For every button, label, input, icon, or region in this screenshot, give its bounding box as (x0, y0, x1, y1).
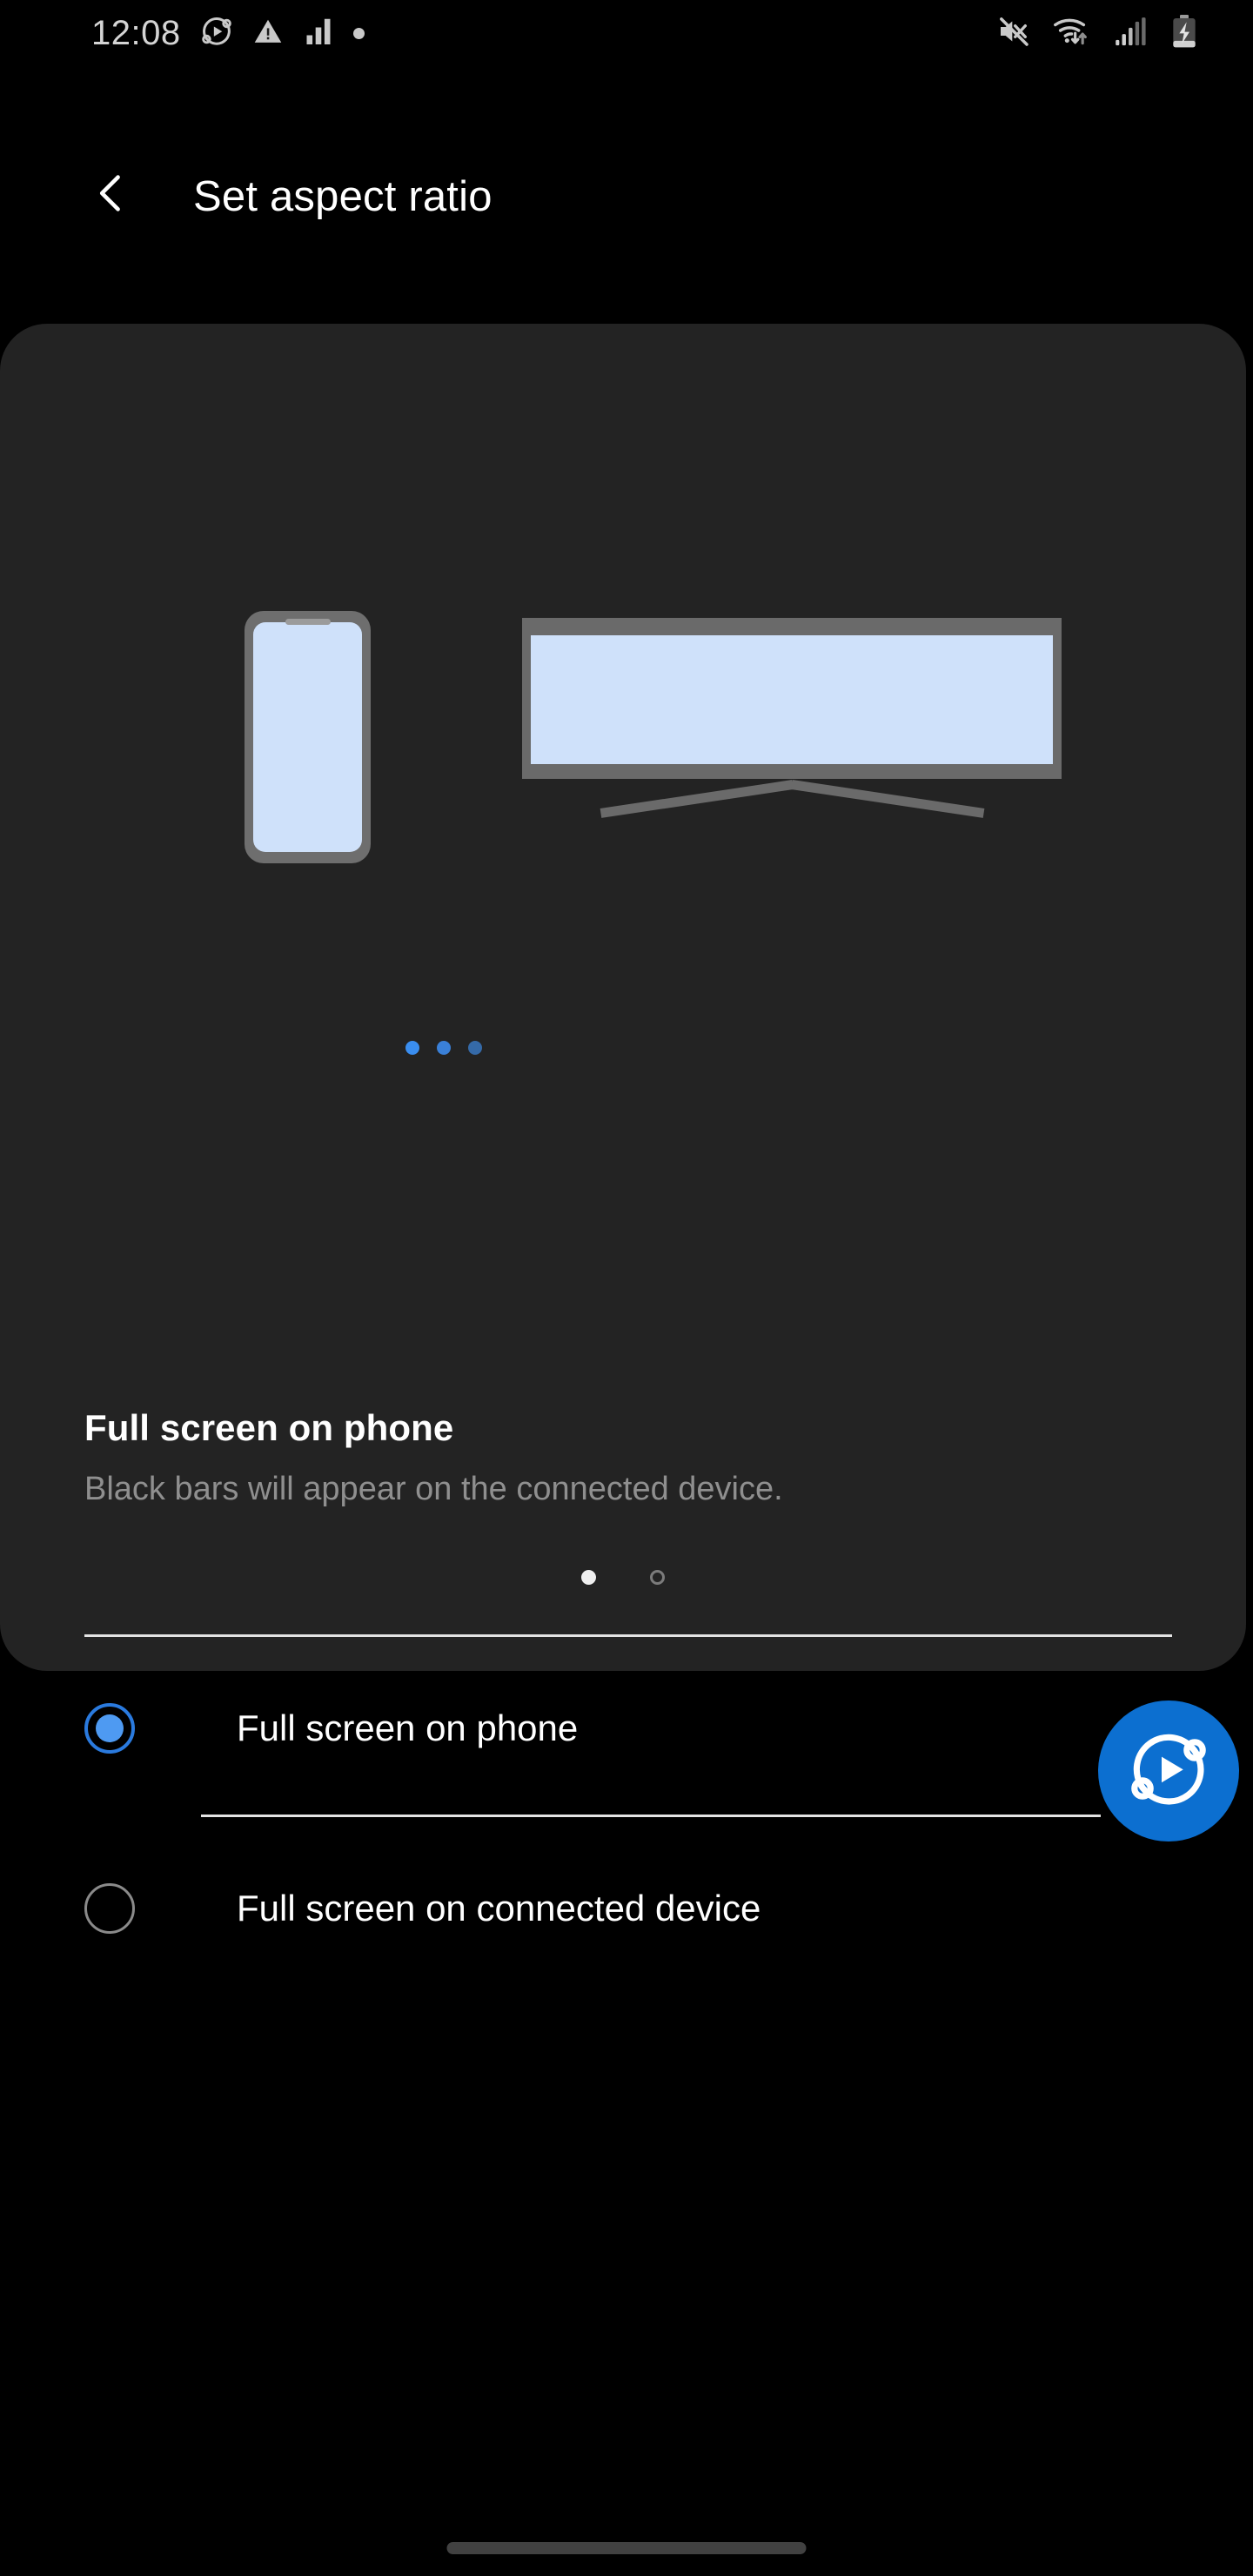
tv-screen (531, 635, 1053, 764)
dot-icon (352, 27, 365, 39)
home-indicator[interactable] (446, 2542, 807, 2554)
option-full-screen-on-connected-device[interactable]: Full screen on connected device (0, 1862, 1246, 1955)
chevron-left-icon (89, 171, 134, 220)
battery-charging-icon (1169, 14, 1199, 53)
phone-screen (253, 622, 362, 852)
status-bar: 12:08 (0, 0, 1253, 66)
radio-button-unselected[interactable] (84, 1883, 135, 1934)
smart-view-fab[interactable] (1098, 1701, 1239, 1841)
page-title: Set aspect ratio (193, 173, 492, 220)
connection-dot (468, 1041, 482, 1055)
phone-speaker-notch (285, 619, 331, 625)
status-bar-right (996, 14, 1199, 53)
option-full-screen-on-phone[interactable]: Full screen on phone (0, 1681, 1246, 1775)
connection-dots (405, 1041, 482, 1055)
aspect-ratio-card: Full screen on phone Black bars will app… (0, 324, 1246, 1934)
app-header: Set aspect ratio (0, 66, 1253, 324)
page-dot-active[interactable] (581, 1570, 596, 1585)
page-dot-inactive[interactable] (650, 1570, 665, 1585)
radio-button-selected[interactable] (84, 1703, 135, 1754)
divider-middle (201, 1815, 1101, 1817)
option-label: Full screen on phone (237, 1707, 579, 1748)
mute-icon (996, 14, 1031, 53)
connection-dot (437, 1041, 451, 1055)
tv-stand-right (791, 780, 985, 818)
warning-triangle-icon (252, 16, 284, 51)
status-bar-clock: 12:08 (91, 14, 181, 52)
divider-top (84, 1634, 1172, 1637)
device-illustration (0, 324, 1246, 1055)
preview-heading: Full screen on phone (84, 1407, 454, 1448)
back-button[interactable] (80, 164, 143, 226)
tv-illustration (522, 618, 1062, 818)
smart-view-icon (1127, 1727, 1210, 1815)
connection-dot (405, 1041, 419, 1055)
tv-stand-left (600, 780, 794, 818)
page-indicator (0, 1570, 1246, 1585)
status-bar-left: 12:08 (91, 15, 365, 52)
smart-view-icon (200, 15, 233, 52)
option-label: Full screen on connected device (237, 1888, 761, 1929)
cellular-signal-icon (1113, 15, 1148, 52)
signal-bars-icon (303, 16, 334, 51)
phone-illustration (245, 611, 371, 863)
wifi-icon (1053, 14, 1091, 53)
preview-description: Black bars will appear on the connected … (84, 1471, 783, 1507)
